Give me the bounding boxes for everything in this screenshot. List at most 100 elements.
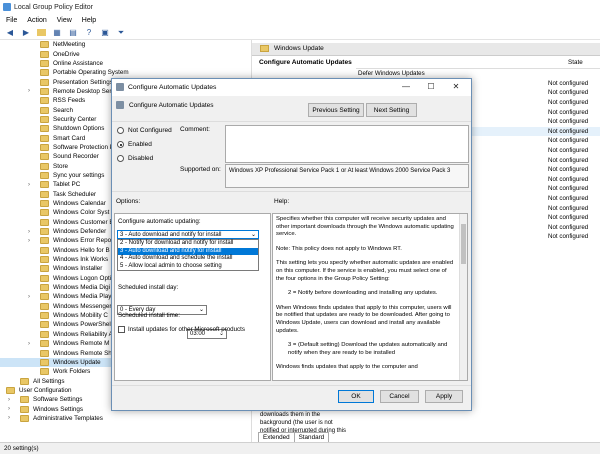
supported-on-field: Windows XP Professional Service Pack 1 o… [225, 164, 469, 188]
tree-item-label: Portable Operating System [53, 69, 129, 77]
show-hide-tree-icon[interactable]: ▦ [52, 28, 62, 38]
expand-chevron-icon[interactable]: › [8, 397, 10, 403]
dropdown-option[interactable]: 3 - Auto download and notify for install [118, 247, 258, 256]
details-selected-policy: Configure Automatic Updates [259, 59, 352, 66]
description-line: downloads them in the [260, 412, 321, 418]
radio-circle [117, 155, 124, 162]
expand-chevron-icon[interactable]: › [28, 294, 30, 300]
tree-item[interactable]: NetMeeting [0, 40, 251, 49]
dropdown-option[interactable]: 5 - Allow local admin to choose setting [118, 263, 258, 271]
tree-item-label: Windows Update [53, 358, 101, 366]
help-paragraph: Note: This policy does not apply to Wind… [276, 245, 402, 252]
comment-textarea[interactable] [225, 125, 469, 163]
tree-item-label: Windows Installer [53, 265, 103, 273]
expand-chevron-icon[interactable]: › [28, 238, 30, 244]
help-label: Help: [274, 198, 290, 205]
policy-state: Not configured [548, 147, 589, 155]
help-icon[interactable]: ? [84, 28, 94, 38]
dropdown-option[interactable]: 2 - Notify for download and notify for i… [118, 240, 258, 248]
tree-item[interactable]: › Administrative Templates [0, 414, 251, 423]
folder-icon [40, 256, 49, 264]
policy-state: Not configured [548, 108, 589, 116]
dialog-title-bar: Configure Automatic Updates — ☐ ✕ [112, 79, 471, 96]
folder-icon [40, 293, 49, 301]
folder-icon [40, 69, 49, 77]
folder-icon [6, 386, 15, 394]
folder-icon [40, 134, 49, 142]
install-other-products-checkbox[interactable]: Install updates for other Microsoft prod… [118, 326, 245, 333]
menu-action[interactable]: Action [27, 17, 46, 24]
up-folder-icon[interactable] [37, 29, 46, 36]
dropdown-option[interactable]: 4 - Auto download and schedule the insta… [118, 255, 258, 263]
toolbar: ◀ ▶ ▦ ▤ ? ▣ ⏷ [0, 26, 600, 40]
folder-icon [40, 115, 49, 123]
next-setting-button[interactable]: Next Setting [366, 103, 417, 117]
policy-state: Not configured [548, 195, 589, 203]
expand-chevron-icon[interactable]: › [8, 406, 10, 412]
policy-state: Not configured [548, 204, 589, 212]
apply-button[interactable]: Apply [425, 390, 463, 403]
radio-label: Enabled [128, 141, 152, 148]
tree-item-label: Windows Media Play [53, 293, 112, 301]
tree-item-label: Windows Hello for B [53, 246, 110, 254]
folder-icon [40, 162, 49, 170]
previous-setting-button[interactable]: Previous Setting [308, 103, 364, 117]
folder-icon [40, 106, 49, 114]
expand-chevron-icon[interactable]: › [28, 182, 30, 188]
tree-item[interactable]: OneDrive [0, 49, 251, 58]
radio-disabled[interactable]: Disabled [117, 155, 153, 162]
chevron-down-icon: ⌄ [250, 232, 256, 238]
radio-not-configured[interactable]: Not Configured [117, 127, 172, 134]
help-text-panel: Specifies whether this computer will rec… [272, 213, 468, 381]
export-list-icon[interactable]: ▤ [68, 28, 78, 38]
folder-icon [40, 181, 49, 189]
help-paragraph: 2 = Notify before downloading and instal… [288, 290, 438, 297]
folder-icon [40, 171, 49, 179]
policy-state: Not configured [548, 214, 589, 222]
folder-icon [40, 97, 49, 105]
dropdown-value: 3 - Auto download and notify for install [120, 231, 222, 238]
tree-item-label: All Settings [33, 377, 65, 385]
folder-icon [40, 368, 49, 376]
help-scrollbar[interactable] [459, 214, 467, 380]
expand-chevron-icon[interactable]: › [28, 88, 30, 94]
radio-label: Not Configured [128, 127, 172, 134]
options-label: Options: [116, 198, 141, 205]
menu-view[interactable]: View [57, 17, 72, 24]
status-text: 20 setting(s) [4, 445, 39, 452]
tree-item-label: Presentation Settings [53, 78, 113, 86]
close-icon[interactable]: ✕ [447, 82, 465, 91]
folder-icon [40, 321, 49, 329]
expand-chevron-icon[interactable]: › [8, 415, 10, 421]
cancel-button[interactable]: Cancel [380, 390, 419, 403]
forward-icon[interactable]: ▶ [21, 28, 31, 38]
maximize-icon[interactable]: ☐ [422, 82, 440, 91]
tree-item[interactable]: Portable Operating System [0, 68, 251, 77]
expand-chevron-icon[interactable]: › [28, 341, 30, 347]
window-title: Local Group Policy Editor [14, 3, 93, 11]
tree-item-label: Administrative Templates [33, 414, 103, 422]
tree-item-label: Windows Media Digi [53, 284, 111, 292]
back-icon[interactable]: ◀ [5, 28, 15, 38]
expand-chevron-icon[interactable]: › [28, 229, 30, 235]
ok-button[interactable]: OK [338, 390, 374, 403]
tree-item-label: RSS Feeds [53, 97, 86, 105]
chevron-down-icon: ⌄ [198, 307, 204, 313]
tree-item-label: Windows Mobility C [53, 312, 108, 320]
column-state[interactable]: State [568, 59, 583, 66]
menu-file[interactable]: File [6, 17, 17, 24]
policy-icon [116, 83, 124, 91]
policy-state: Not configured [548, 166, 589, 174]
radio-enabled[interactable]: Enabled [117, 141, 152, 148]
properties-icon[interactable]: ▣ [100, 28, 110, 38]
menu-help[interactable]: Help [82, 17, 96, 24]
minimize-icon[interactable]: — [397, 82, 415, 91]
tree-item[interactable]: Online Assistance [0, 59, 251, 68]
filter-icon[interactable]: ⏷ [116, 28, 126, 38]
folder-icon [40, 302, 49, 310]
tree-item-label: Task Scheduler [53, 190, 97, 198]
policy-state: Not configured [548, 79, 589, 87]
folder-icon [40, 358, 49, 366]
folder-icon [40, 41, 49, 49]
configure-updating-dropdown[interactable]: 3 - Auto download and notify for install… [117, 230, 259, 239]
